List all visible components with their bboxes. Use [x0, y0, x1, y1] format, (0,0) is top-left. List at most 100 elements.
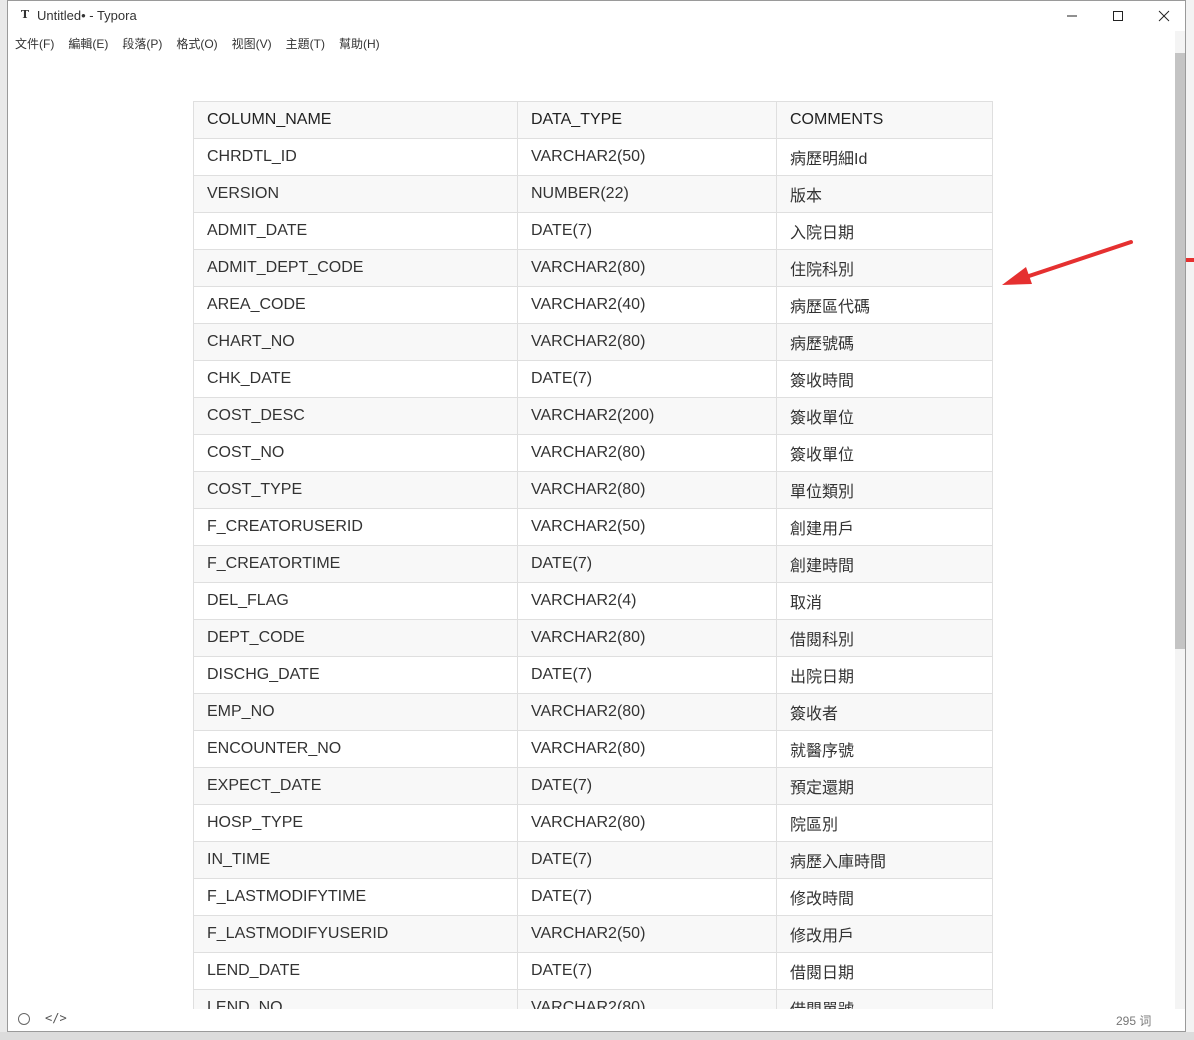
- table-row: CHK_DATE DATE(7) 簽收時間: [193, 360, 993, 398]
- menu-help[interactable]: 幫助(H): [339, 35, 380, 52]
- cell-data-type[interactable]: DATE(7): [517, 767, 777, 805]
- table-row: ADMIT_DATE DATE(7) 入院日期: [193, 212, 993, 250]
- cell-comment[interactable]: 出院日期: [776, 656, 993, 694]
- cell-data-type[interactable]: DATE(7): [517, 212, 777, 250]
- cell-column-name[interactable]: ADMIT_DEPT_CODE: [193, 249, 518, 287]
- table-row: F_LASTMODIFYUSERID VARCHAR2(50) 修改用戶: [193, 915, 993, 953]
- cell-column-name[interactable]: DEL_FLAG: [193, 582, 518, 620]
- cell-comment[interactable]: 預定還期: [776, 767, 993, 805]
- cell-column-name[interactable]: F_LASTMODIFYUSERID: [193, 915, 518, 953]
- cell-comment[interactable]: 借閱日期: [776, 952, 993, 990]
- cell-comment[interactable]: 病歷入庫時間: [776, 841, 993, 879]
- cell-data-type[interactable]: DATE(7): [517, 952, 777, 990]
- cell-column-name[interactable]: IN_TIME: [193, 841, 518, 879]
- cell-column-name[interactable]: COST_NO: [193, 434, 518, 472]
- cell-data-type[interactable]: VARCHAR2(80): [517, 323, 777, 361]
- cell-data-type[interactable]: VARCHAR2(80): [517, 989, 777, 1011]
- word-count[interactable]: 295 词: [1116, 1012, 1151, 1029]
- cell-column-name[interactable]: EMP_NO: [193, 693, 518, 731]
- title-bar[interactable]: T Untitled• - Typora: [8, 1, 1185, 31]
- cell-comment[interactable]: 病歷明細Id: [776, 138, 993, 176]
- cell-comment[interactable]: 借閱單號: [776, 989, 993, 1011]
- cell-data-type[interactable]: NUMBER(22): [517, 175, 777, 213]
- cell-data-type[interactable]: VARCHAR2(80): [517, 730, 777, 768]
- cell-data-type[interactable]: DATE(7): [517, 841, 777, 879]
- maximize-button[interactable]: [1095, 1, 1141, 31]
- cell-data-type[interactable]: VARCHAR2(50): [517, 138, 777, 176]
- cell-comment[interactable]: 取消: [776, 582, 993, 620]
- table-row: IN_TIME DATE(7) 病歷入庫時間: [193, 841, 993, 879]
- table-row: ENCOUNTER_NO VARCHAR2(80) 就醫序號: [193, 730, 993, 768]
- table-row: EXPECT_DATE DATE(7) 預定還期: [193, 767, 993, 805]
- table-header-row: COLUMN_NAME DATA_TYPE COMMENTS: [193, 101, 993, 139]
- cell-data-type[interactable]: VARCHAR2(200): [517, 397, 777, 435]
- markdown-table[interactable]: COLUMN_NAME DATA_TYPE COMMENTS CHRDTL_ID…: [193, 101, 993, 1011]
- cell-data-type[interactable]: DATE(7): [517, 656, 777, 694]
- cell-comment[interactable]: 入院日期: [776, 212, 993, 250]
- editor-content[interactable]: COLUMN_NAME DATA_TYPE COMMENTS CHRDTL_ID…: [8, 61, 1168, 1011]
- cell-data-type[interactable]: VARCHAR2(50): [517, 915, 777, 953]
- cell-comment[interactable]: 病歷號碼: [776, 323, 993, 361]
- cell-comment[interactable]: 修改時間: [776, 878, 993, 916]
- cell-column-name[interactable]: F_CREATORUSERID: [193, 508, 518, 546]
- cell-column-name[interactable]: CHART_NO: [193, 323, 518, 361]
- cell-column-name[interactable]: VERSION: [193, 175, 518, 213]
- cell-column-name[interactable]: DEPT_CODE: [193, 619, 518, 657]
- cell-comment[interactable]: 簽收時間: [776, 360, 993, 398]
- cell-comment[interactable]: 簽收者: [776, 693, 993, 731]
- cell-comment[interactable]: 創建時間: [776, 545, 993, 583]
- cell-comment[interactable]: 簽收單位: [776, 397, 993, 435]
- cell-comment[interactable]: 修改用戶: [776, 915, 993, 953]
- outline-toggle-icon[interactable]: [18, 1013, 30, 1025]
- menu-file[interactable]: 文件(F): [15, 35, 54, 52]
- source-code-mode-icon[interactable]: </>: [45, 1011, 67, 1025]
- cell-comment[interactable]: 版本: [776, 175, 993, 213]
- cell-data-type[interactable]: VARCHAR2(50): [517, 508, 777, 546]
- cell-column-name[interactable]: CHRDTL_ID: [193, 138, 518, 176]
- scrollbar-thumb[interactable]: [1175, 53, 1185, 649]
- menu-bar: 文件(F) 編輯(E) 段落(P) 格式(O) 视图(V) 主題(T) 幫助(H…: [8, 32, 1185, 54]
- cell-data-type[interactable]: VARCHAR2(80): [517, 619, 777, 657]
- cell-data-type[interactable]: VARCHAR2(80): [517, 249, 777, 287]
- cell-comment[interactable]: 住院科別: [776, 249, 993, 287]
- cell-column-name[interactable]: CHK_DATE: [193, 360, 518, 398]
- cell-comment[interactable]: 簽收單位: [776, 434, 993, 472]
- cell-comment[interactable]: 就醫序號: [776, 730, 993, 768]
- cell-data-type[interactable]: VARCHAR2(4): [517, 582, 777, 620]
- cell-comment[interactable]: 院區別: [776, 804, 993, 842]
- cell-data-type[interactable]: VARCHAR2(80): [517, 434, 777, 472]
- menu-format[interactable]: 格式(O): [176, 35, 217, 52]
- header-comments[interactable]: COMMENTS: [776, 101, 993, 139]
- header-data-type[interactable]: DATA_TYPE: [517, 101, 777, 139]
- cell-comment[interactable]: 單位類別: [776, 471, 993, 509]
- cell-column-name[interactable]: DISCHG_DATE: [193, 656, 518, 694]
- cell-column-name[interactable]: EXPECT_DATE: [193, 767, 518, 805]
- cell-comment[interactable]: 創建用戶: [776, 508, 993, 546]
- cell-comment[interactable]: 借閱科別: [776, 619, 993, 657]
- cell-column-name[interactable]: AREA_CODE: [193, 286, 518, 324]
- menu-edit[interactable]: 編輯(E): [68, 35, 108, 52]
- cell-comment[interactable]: 病歷區代碼: [776, 286, 993, 324]
- cell-data-type[interactable]: VARCHAR2(80): [517, 693, 777, 731]
- cell-column-name[interactable]: HOSP_TYPE: [193, 804, 518, 842]
- header-column-name[interactable]: COLUMN_NAME: [193, 101, 518, 139]
- cell-data-type[interactable]: DATE(7): [517, 360, 777, 398]
- cell-column-name[interactable]: LEND_DATE: [193, 952, 518, 990]
- cell-column-name[interactable]: COST_DESC: [193, 397, 518, 435]
- menu-theme[interactable]: 主題(T): [286, 35, 325, 52]
- cell-column-name[interactable]: ENCOUNTER_NO: [193, 730, 518, 768]
- cell-data-type[interactable]: DATE(7): [517, 878, 777, 916]
- close-button[interactable]: [1141, 1, 1185, 31]
- cell-data-type[interactable]: VARCHAR2(80): [517, 471, 777, 509]
- cell-column-name[interactable]: ADMIT_DATE: [193, 212, 518, 250]
- menu-paragraph[interactable]: 段落(P): [122, 35, 162, 52]
- cell-data-type[interactable]: VARCHAR2(40): [517, 286, 777, 324]
- menu-view[interactable]: 视图(V): [232, 35, 272, 52]
- cell-data-type[interactable]: VARCHAR2(80): [517, 804, 777, 842]
- minimize-button[interactable]: [1049, 1, 1095, 31]
- cell-column-name[interactable]: F_CREATORTIME: [193, 545, 518, 583]
- cell-data-type[interactable]: DATE(7): [517, 545, 777, 583]
- cell-column-name[interactable]: F_LASTMODIFYTIME: [193, 878, 518, 916]
- cell-column-name[interactable]: COST_TYPE: [193, 471, 518, 509]
- cell-column-name[interactable]: LEND_NO: [193, 989, 518, 1011]
